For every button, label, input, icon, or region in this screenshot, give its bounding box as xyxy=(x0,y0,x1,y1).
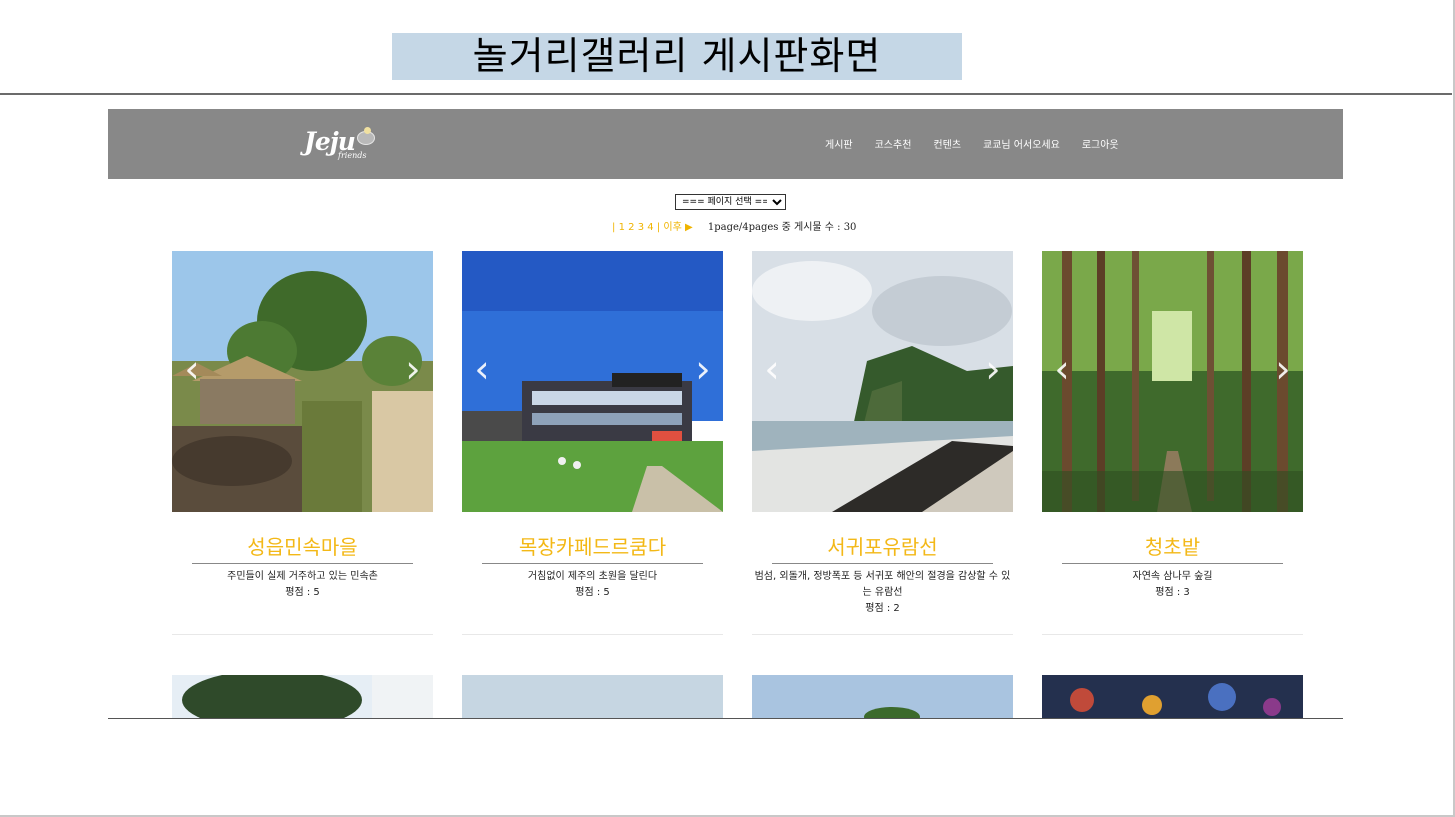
app-screenshot: Jeju friends 게시판 코스추천 컨텐츠 쿄쿄님 어서오세요 로그아웃… xyxy=(108,109,1343,719)
card-title[interactable]: 목장카페드르쿰다 xyxy=(482,534,703,564)
pager-separator: | xyxy=(612,222,616,233)
pager-separator: | xyxy=(656,222,661,233)
carousel-next-icon[interactable]: › xyxy=(1273,349,1293,389)
village-photo xyxy=(172,251,433,512)
carousel-prev-icon[interactable]: ‹ xyxy=(1052,349,1072,389)
card-photo-row2[interactable] xyxy=(172,675,433,718)
card-rating: 평점 : 2 xyxy=(865,603,900,614)
nav-board[interactable]: 게시판 xyxy=(825,136,853,151)
card-desc-text: 자연속 삼나무 숲길 xyxy=(1132,571,1213,582)
card-photo[interactable] xyxy=(1042,251,1303,512)
nav-user-greeting[interactable]: 쿄쿄님 어서오세요 xyxy=(983,136,1060,151)
card-desc-text: 거침없이 제주의 초원을 달린다 xyxy=(527,571,658,582)
card-desc-text: 범섬, 외돌개, 정방폭포 등 서귀포 해안의 절경을 감상할 수 있는 유람선 xyxy=(754,571,1011,598)
pagination: | 1 2 3 4 | 이후 ▶ 1page/4pages 중 게시물 수 : … xyxy=(612,218,856,233)
card-photo-row2[interactable] xyxy=(1042,675,1303,718)
card-description: 범섬, 외돌개, 정방폭포 등 서귀포 해안의 절경을 감상할 수 있는 유람선… xyxy=(752,569,1013,617)
card-title[interactable]: 서귀포유람선 xyxy=(772,534,993,564)
card-description: 거침없이 제주의 초원을 달린다 평점 : 5 xyxy=(462,569,723,601)
page-info: 1page/4pages 중 게시물 수 : 30 xyxy=(707,222,857,233)
logo-badge-icon xyxy=(357,127,375,145)
card-photo-row2[interactable] xyxy=(462,675,723,718)
card-rating: 평점 : 3 xyxy=(1155,587,1190,598)
card-desc-text: 주민들이 실제 거주하고 있는 민속촌 xyxy=(227,571,378,582)
logo-subtitle: friends xyxy=(338,151,367,160)
card-description: 자연속 삼나무 숲길 평점 : 3 xyxy=(1042,569,1303,601)
card-title[interactable]: 성읍민속마을 xyxy=(192,534,413,564)
page-link-2[interactable]: 2 xyxy=(628,222,634,233)
row2-photo-2 xyxy=(462,675,723,718)
card-photo[interactable] xyxy=(752,251,1013,512)
carousel-next-icon[interactable]: › xyxy=(403,349,423,389)
nav-logout[interactable]: 로그아웃 xyxy=(1082,136,1119,151)
row2-photo-4 xyxy=(1042,675,1303,718)
page-select[interactable]: === 페이지 선택 === xyxy=(675,194,786,210)
card-rating: 평점 : 5 xyxy=(575,587,610,598)
gallery-card: ‹ › 청초밭 자연속 삼나무 숲길 평점 : 3 xyxy=(1042,251,1303,635)
nav-course-recommend[interactable]: 코스추천 xyxy=(875,136,912,151)
card-description: 주민들이 실제 거주하고 있는 민속촌 평점 : 5 xyxy=(172,569,433,601)
forest-photo xyxy=(1042,251,1303,512)
card-photo[interactable] xyxy=(172,251,433,512)
nav-contents[interactable]: 컨텐츠 xyxy=(933,136,961,151)
row2-photo-3 xyxy=(752,675,1013,718)
nav-menu: 게시판 코스추천 컨텐츠 쿄쿄님 어서오세요 로그아웃 xyxy=(825,136,1119,151)
slide-title: 놀거리갤러리 게시판화면 xyxy=(392,33,962,80)
row2-photo-1 xyxy=(172,675,433,718)
coast-photo xyxy=(752,251,1013,512)
page-link-4[interactable]: 4 xyxy=(647,222,653,233)
page-link-3[interactable]: 3 xyxy=(638,222,644,233)
card-photo-row2[interactable] xyxy=(752,675,1013,718)
next-page-link[interactable]: 이후 ▶ xyxy=(663,222,692,233)
divider xyxy=(0,93,1452,95)
card-title[interactable]: 청초밭 xyxy=(1062,534,1283,564)
gallery-card: ‹ › 성읍민속마을 주민들이 실제 거주하고 있는 민속촌 평점 : 5 xyxy=(172,251,433,635)
navbar: Jeju friends 게시판 코스추천 컨텐츠 쿄쿄님 어서오세요 로그아웃 xyxy=(108,109,1343,179)
carousel-next-icon[interactable]: › xyxy=(983,349,1003,389)
page-link-1[interactable]: 1 xyxy=(619,222,625,233)
card-rating: 평점 : 5 xyxy=(285,587,320,598)
carousel-prev-icon[interactable]: ‹ xyxy=(472,349,492,389)
card-photo[interactable] xyxy=(462,251,723,512)
cafe-photo xyxy=(462,251,723,512)
carousel-prev-icon[interactable]: ‹ xyxy=(762,349,782,389)
gallery-card: ‹ › 목장카페드르쿰다 거침없이 제주의 초원을 달린다 평점 : 5 xyxy=(462,251,723,635)
carousel-next-icon[interactable]: › xyxy=(693,349,713,389)
gallery-card: ‹ › 서귀포유람선 범섬, 외돌개, 정방폭포 등 서귀포 해안의 절경을 감… xyxy=(752,251,1013,635)
carousel-prev-icon[interactable]: ‹ xyxy=(182,349,202,389)
